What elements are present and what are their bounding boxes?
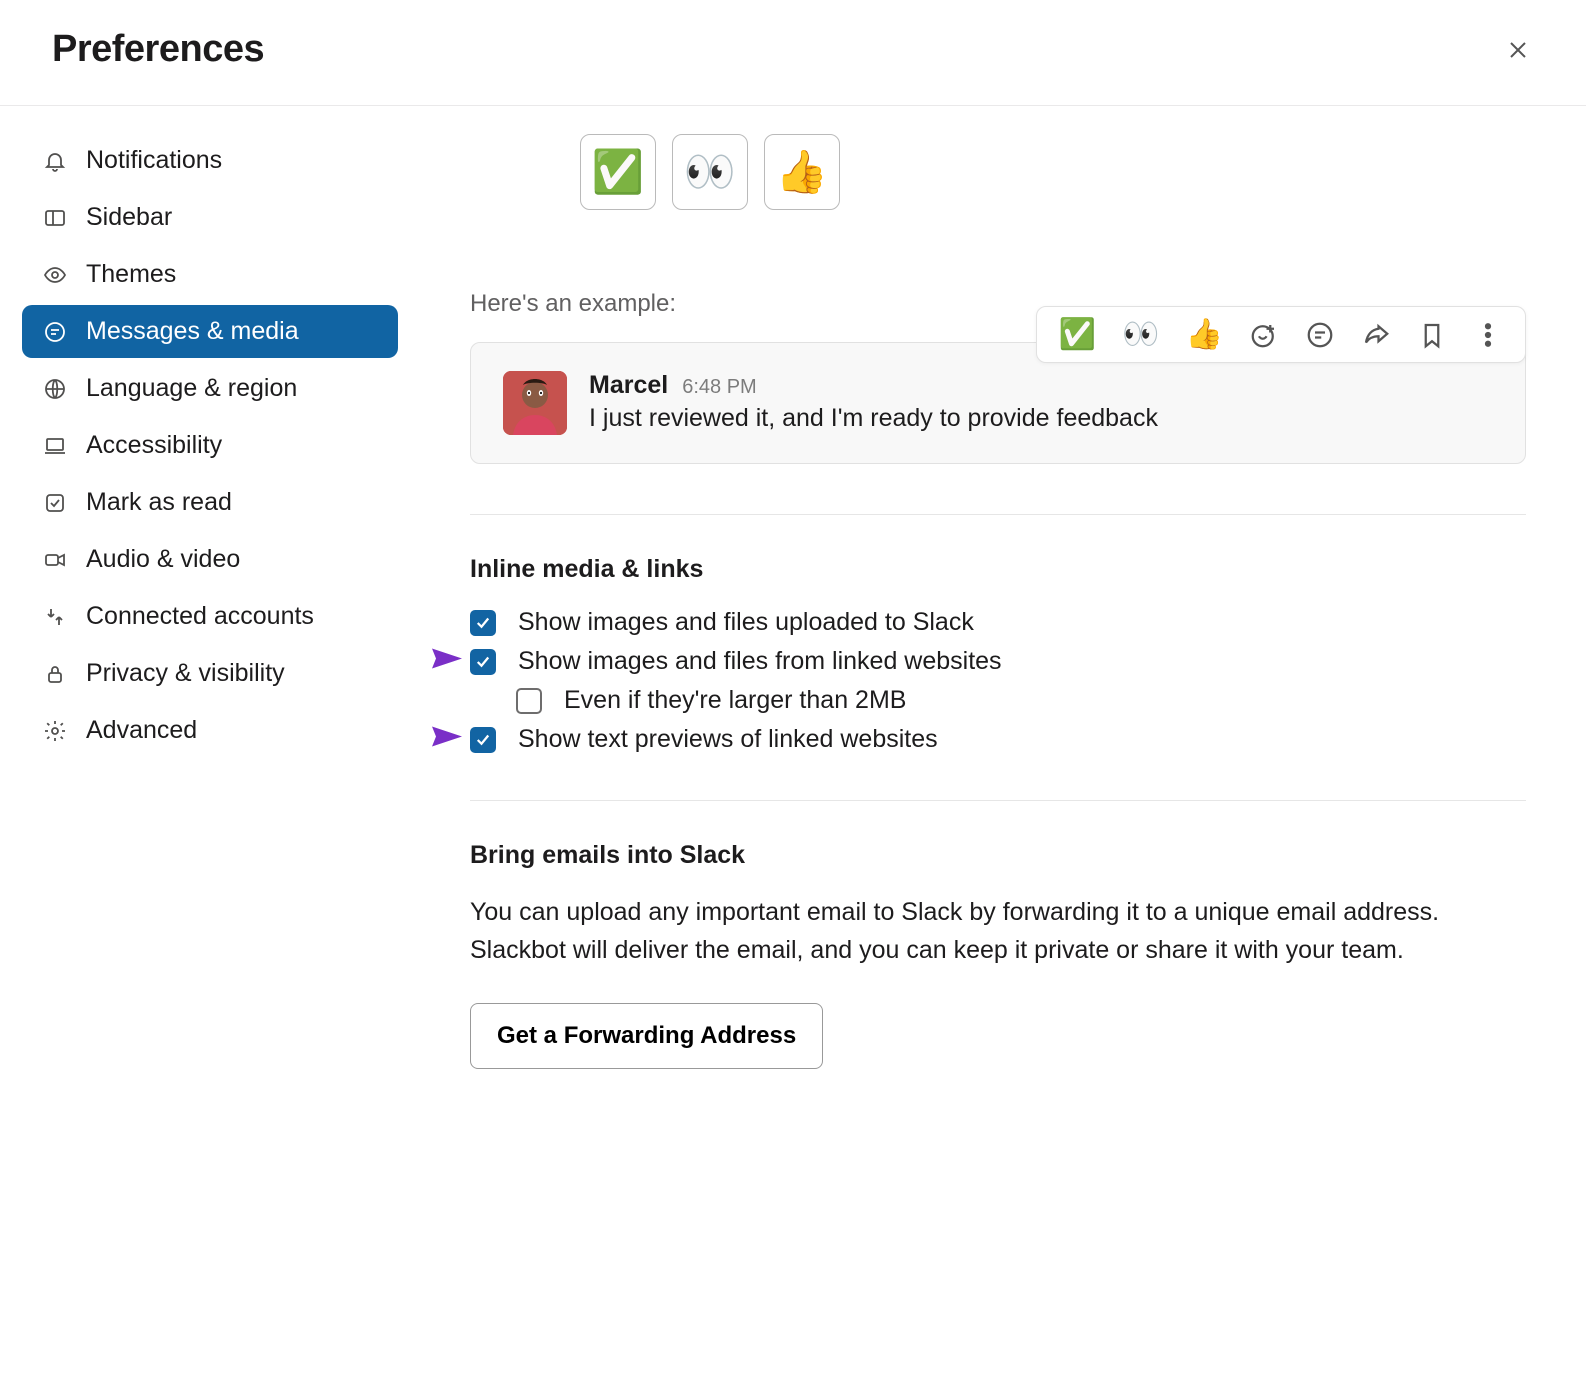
page-title: Preferences	[52, 28, 264, 71]
toolbar-emoji-check[interactable]: ✅	[1059, 317, 1096, 352]
transfer-icon	[42, 604, 68, 630]
sidebar-item-sidebar[interactable]: Sidebar	[22, 191, 398, 244]
video-icon	[42, 547, 68, 573]
divider	[470, 800, 1526, 801]
sidebar-item-mark-as-read[interactable]: Mark as read	[22, 476, 398, 529]
toolbar-emoji-eyes[interactable]: 👀	[1122, 317, 1159, 352]
sidebar-item-label: Messages & media	[86, 317, 299, 346]
avatar	[503, 371, 567, 435]
add-reaction-icon[interactable]	[1249, 320, 1279, 350]
sidebar-item-advanced[interactable]: Advanced	[22, 704, 398, 757]
sidebar-item-connected-accounts[interactable]: Connected accounts	[22, 590, 398, 643]
sidebar-item-label: Privacy & visibility	[86, 659, 285, 688]
bookmark-icon[interactable]	[1417, 320, 1447, 350]
forwarding-address-button[interactable]: Get a Forwarding Address	[470, 1003, 823, 1069]
checkbox[interactable]	[516, 688, 542, 714]
emails-description: You can upload any important email to Sl…	[470, 894, 1526, 969]
emoji-button-check[interactable]: ✅	[580, 134, 656, 210]
check-square-icon	[42, 490, 68, 516]
emoji-button-eyes[interactable]: 👀	[672, 134, 748, 210]
checkbox[interactable]	[470, 727, 496, 753]
option-larger-2mb[interactable]: Even if they're larger than 2MB	[516, 686, 1526, 715]
message-text: I just reviewed it, and I'm ready to pro…	[589, 404, 1493, 433]
lock-icon	[42, 661, 68, 687]
sidebar-item-language-region[interactable]: Language & region	[22, 362, 398, 415]
sidebar-item-label: Sidebar	[86, 203, 172, 232]
example-message: ✅ 👀 👍 Marcel 6:48 PM I just r	[470, 342, 1526, 464]
more-actions-icon[interactable]	[1473, 320, 1503, 350]
emails-heading: Bring emails into Slack	[470, 841, 1526, 870]
option-show-linked-images[interactable]: Show images and files from linked websit…	[470, 647, 1526, 676]
option-show-uploaded[interactable]: Show images and files uploaded to Slack	[470, 608, 1526, 637]
divider	[470, 514, 1526, 515]
checkbox[interactable]	[470, 610, 496, 636]
sidebar-item-accessibility[interactable]: Accessibility	[22, 419, 398, 472]
sidebar-item-themes[interactable]: Themes	[22, 248, 398, 301]
message-hover-toolbar: ✅ 👀 👍	[1036, 306, 1526, 363]
sidebar-item-label: Accessibility	[86, 431, 222, 460]
sidebar-item-notifications[interactable]: Notifications	[22, 134, 398, 187]
sidebar-item-label: Notifications	[86, 146, 222, 175]
panel-icon	[42, 205, 68, 231]
bell-icon	[42, 148, 68, 174]
sidebar-item-privacy-visibility[interactable]: Privacy & visibility	[22, 647, 398, 700]
option-label: Even if they're larger than 2MB	[564, 686, 906, 715]
one-click-emoji-row: ✅ 👀 👍	[470, 134, 1526, 210]
close-button[interactable]	[1502, 34, 1534, 66]
option-label: Show images and files from linked websit…	[518, 647, 1002, 676]
sidebar-item-label: Audio & video	[86, 545, 240, 574]
pointer-arrow-icon	[392, 642, 462, 681]
inline-media-heading: Inline media & links	[470, 555, 1526, 584]
checkbox[interactable]	[470, 649, 496, 675]
thread-icon[interactable]	[1305, 320, 1335, 350]
option-label: Show images and files uploaded to Slack	[518, 608, 974, 637]
sidebar-item-label: Mark as read	[86, 488, 232, 517]
sidebar-item-label: Language & region	[86, 374, 297, 403]
content: ✅ 👀 👍 Here's an example: ✅ 👀 👍	[420, 106, 1586, 1129]
message-timestamp: 6:48 PM	[682, 376, 756, 399]
sidebar-item-audio-video[interactable]: Audio & video	[22, 533, 398, 586]
share-icon[interactable]	[1361, 320, 1391, 350]
sidebar-item-messages-media[interactable]: Messages & media	[22, 305, 398, 358]
emoji-button-thumbs-up[interactable]: 👍	[764, 134, 840, 210]
sidebar-item-label: Advanced	[86, 716, 197, 745]
globe-icon	[42, 376, 68, 402]
message-icon	[42, 319, 68, 345]
message-author: Marcel	[589, 371, 668, 400]
pointer-arrow-icon	[392, 720, 462, 759]
close-icon	[1506, 38, 1530, 62]
eye-icon	[42, 262, 68, 288]
option-show-text-previews[interactable]: Show text previews of linked websites	[470, 725, 1526, 754]
sidebar: Notifications Sidebar Themes Messages & …	[0, 106, 420, 1129]
toolbar-emoji-thumbs-up[interactable]: 👍	[1186, 317, 1223, 352]
sidebar-item-label: Connected accounts	[86, 602, 314, 631]
gear-icon	[42, 718, 68, 744]
laptop-icon	[42, 433, 68, 459]
sidebar-item-label: Themes	[86, 260, 176, 289]
option-label: Show text previews of linked websites	[518, 725, 938, 754]
